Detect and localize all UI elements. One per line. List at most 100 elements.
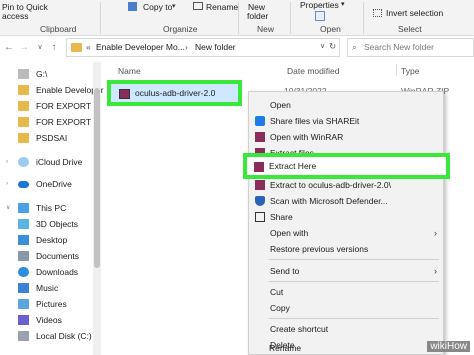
chevron-down-icon: ▾: [341, 1, 345, 8]
scrollbar-thumb[interactable]: [94, 88, 100, 268]
chevron-right-icon: ›: [185, 42, 188, 52]
invert-selection-icon: [373, 9, 382, 17]
sidebar-item-label: Local Disk (C:): [36, 331, 92, 341]
context-menu: Open Share files via SHAREit Open with W…: [248, 91, 444, 355]
sidebar-item-label: Desktop: [36, 235, 68, 245]
breadcrumb-new-folder[interactable]: New folder: [195, 42, 236, 52]
menu-item-label: Extract to oculus-adb-driver-2.0\: [270, 180, 391, 190]
menu-separator: [269, 318, 439, 319]
properties-button[interactable]: Properties: [300, 0, 339, 10]
ribbon: Pin to Quick access Clipboard Copy to ▾ …: [0, 0, 474, 36]
copy-to-icon: [128, 2, 137, 11]
ribbon-divider: [100, 2, 101, 34]
menu-item-label: Cut: [270, 287, 284, 297]
file-name: oculus-adb-driver-2.0: [135, 88, 216, 98]
folder-icon: [71, 43, 82, 52]
menu-item-open-with[interactable]: Open with ›: [249, 225, 445, 241]
menu-item-open[interactable]: Open: [249, 97, 445, 113]
winrar-icon: [254, 162, 264, 172]
3d-objects-icon: [18, 219, 29, 229]
downloads-icon: [18, 267, 29, 277]
chevron-down-icon[interactable]: ∨: [33, 41, 47, 55]
menu-item-label: Create shortcut: [270, 324, 329, 334]
videos-icon: [18, 315, 29, 325]
menu-item-extract-to[interactable]: Extract to oculus-adb-driver-2.0\: [249, 177, 445, 193]
navigation-pane: G:\ Enable Developer FOR EXPORT FOR EXPO…: [0, 62, 104, 355]
group-select: Select: [398, 24, 422, 34]
winrar-archive-icon: [119, 89, 130, 99]
column-type[interactable]: Type: [401, 66, 419, 76]
menu-item-label: Send to: [270, 266, 300, 276]
search-placeholder: Search New folder: [364, 42, 434, 52]
watermark: wikiHow: [427, 341, 470, 352]
computer-icon: [18, 203, 29, 213]
rename-button[interactable]: Rename: [206, 2, 238, 12]
menu-separator: [269, 281, 439, 282]
sidebar-item-label: Documents: [36, 251, 79, 261]
group-clipboard: Clipboard: [40, 24, 77, 34]
column-divider: [396, 64, 397, 76]
ribbon-divider: [363, 2, 364, 34]
folder-icon: [18, 117, 29, 127]
breadcrumb-separator: «: [86, 42, 91, 52]
winrar-icon: [255, 180, 265, 190]
file-row[interactable]: oculus-adb-driver-2.0: [107, 80, 242, 106]
chevron-right-icon: ›: [6, 159, 8, 165]
sidebar-item-label: iCloud Drive: [36, 157, 83, 167]
sidebar-item-label: 3D Objects: [36, 219, 79, 229]
folder-label: folder: [247, 11, 269, 21]
column-date-modified[interactable]: Date modified: [287, 66, 339, 76]
chevron-down-icon[interactable]: ∨: [320, 42, 325, 50]
menu-item-cut[interactable]: Cut: [249, 284, 445, 300]
menu-item-share[interactable]: Share: [249, 209, 445, 225]
chevron-down-icon: ▾: [172, 3, 176, 10]
folder-icon: [18, 101, 29, 111]
folder-icon: [18, 133, 29, 143]
winrar-icon: [255, 132, 265, 142]
sidebar-item-label: FOR EXPORT: [36, 117, 92, 127]
sidebar-item-label: OneDrive: [36, 179, 72, 189]
chevron-right-icon: ›: [434, 228, 437, 238]
onedrive-icon: [18, 181, 29, 188]
invert-selection-button[interactable]: Invert selection: [386, 8, 443, 18]
sidebar-item-label: G:\: [36, 69, 48, 79]
properties-icon: [315, 11, 325, 21]
menu-item-label: Open with: [270, 228, 309, 238]
music-icon: [18, 283, 29, 293]
sidebar-item-label: This PC: [36, 203, 67, 213]
search-input[interactable]: ⌕ Search New folder: [347, 38, 474, 57]
sidebar-item-label: Downloads: [36, 267, 79, 277]
menu-item-label: Copy: [270, 303, 290, 313]
sidebar-item-label: FOR EXPORT: [36, 101, 92, 111]
menu-item-open-with-winrar[interactable]: Open with WinRAR: [249, 129, 445, 145]
address-bar[interactable]: « Enable Developer Mo... › New folder ∨ …: [66, 38, 340, 57]
column-name[interactable]: Name: [118, 66, 141, 76]
menu-item-create-shortcut[interactable]: Create shortcut: [249, 321, 445, 337]
rename-icon: [193, 2, 203, 10]
forward-arrow-icon[interactable]: →: [17, 41, 31, 55]
shareit-icon: [255, 116, 265, 126]
menu-item-label: Restore previous versions: [270, 244, 369, 254]
documents-icon: [18, 251, 29, 261]
up-arrow-icon[interactable]: ↑: [47, 41, 61, 55]
extract-here-label: Extract Here: [269, 161, 317, 171]
icloud-icon: [18, 157, 29, 167]
menu-item-shareit[interactable]: Share files via SHAREit: [249, 113, 445, 129]
menu-item-label: Scan with Microsoft Defender...: [270, 196, 388, 206]
sidebar-item-label: Pictures: [36, 299, 67, 309]
chevron-right-icon: ›: [6, 181, 8, 187]
menu-item-label: Share files via SHAREit: [270, 116, 360, 126]
breadcrumb-enable-developer[interactable]: Enable Developer Mo...: [96, 42, 185, 52]
folder-icon: [18, 85, 29, 95]
back-arrow-icon[interactable]: ←: [2, 41, 16, 55]
share-icon: [255, 212, 265, 222]
chevron-right-icon: ›: [434, 266, 437, 276]
extract-here-highlight[interactable]: Extract Here: [243, 153, 450, 179]
menu-item-rename[interactable]: Rename: [269, 343, 301, 353]
menu-item-scan-defender[interactable]: Scan with Microsoft Defender...: [249, 193, 445, 209]
menu-item-copy[interactable]: Copy: [249, 300, 445, 316]
menu-item-restore-versions[interactable]: Restore previous versions: [249, 241, 445, 257]
refresh-icon[interactable]: ↻: [329, 41, 336, 52]
copy-to-button[interactable]: Copy to: [143, 2, 172, 12]
menu-item-send-to[interactable]: Send to ›: [249, 263, 445, 279]
